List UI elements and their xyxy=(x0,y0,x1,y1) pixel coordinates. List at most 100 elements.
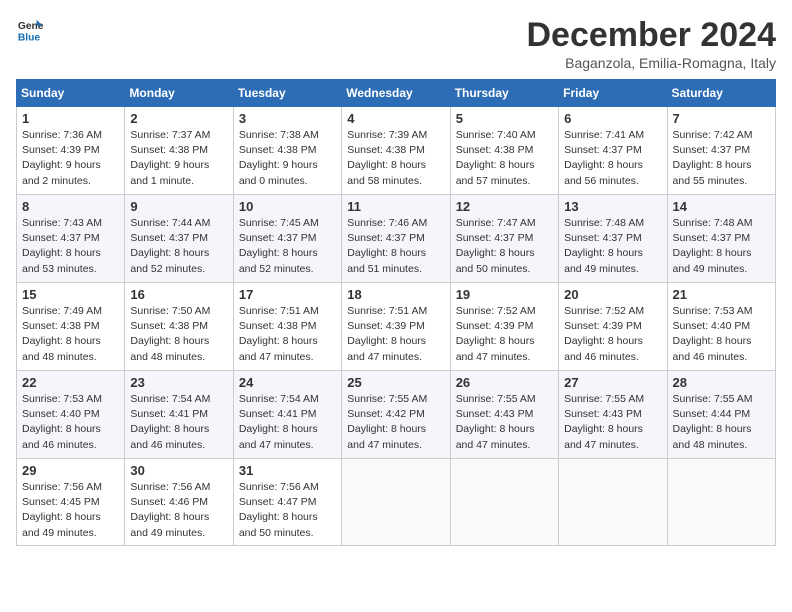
day-number: 15 xyxy=(22,287,119,302)
day-number: 26 xyxy=(456,375,553,390)
day-number: 11 xyxy=(347,199,444,214)
day-info: Sunrise: 7:54 AMSunset: 4:41 PMDaylight:… xyxy=(130,392,227,453)
day-info: Sunrise: 7:53 AMSunset: 4:40 PMDaylight:… xyxy=(673,304,770,365)
day-info: Sunrise: 7:55 AMSunset: 4:42 PMDaylight:… xyxy=(347,392,444,453)
day-info: Sunrise: 7:45 AMSunset: 4:37 PMDaylight:… xyxy=(239,216,336,277)
calendar-week-4: 22 Sunrise: 7:53 AMSunset: 4:40 PMDayligh… xyxy=(17,371,776,459)
day-info: Sunrise: 7:44 AMSunset: 4:37 PMDaylight:… xyxy=(130,216,227,277)
day-info: Sunrise: 7:51 AMSunset: 4:38 PMDaylight:… xyxy=(239,304,336,365)
day-number: 7 xyxy=(673,111,770,126)
calendar-cell: 18 Sunrise: 7:51 AMSunset: 4:39 PMDayligh… xyxy=(342,283,450,371)
day-info: Sunrise: 7:52 AMSunset: 4:39 PMDaylight:… xyxy=(456,304,553,365)
header-monday: Monday xyxy=(125,80,233,107)
logo-icon: General Blue xyxy=(16,16,44,44)
day-number: 9 xyxy=(130,199,227,214)
header-saturday: Saturday xyxy=(667,80,775,107)
day-info: Sunrise: 7:53 AMSunset: 4:40 PMDaylight:… xyxy=(22,392,119,453)
day-info: Sunrise: 7:52 AMSunset: 4:39 PMDaylight:… xyxy=(564,304,661,365)
day-number: 17 xyxy=(239,287,336,302)
day-info: Sunrise: 7:48 AMSunset: 4:37 PMDaylight:… xyxy=(564,216,661,277)
calendar-cell: 15Sunrise: 7:49 AMSunset: 4:38 PMDayligh… xyxy=(17,283,125,371)
day-number: 20 xyxy=(564,287,661,302)
day-info: Sunrise: 7:47 AMSunset: 4:37 PMDaylight:… xyxy=(456,216,553,277)
calendar-cell: 17 Sunrise: 7:51 AMSunset: 4:38 PMDayligh… xyxy=(233,283,341,371)
title-block: December 2024 Baganzola, Emilia-Romagna,… xyxy=(526,16,776,71)
day-number: 3 xyxy=(239,111,336,126)
day-info: Sunrise: 7:46 AMSunset: 4:37 PMDaylight:… xyxy=(347,216,444,277)
calendar-cell: 5Sunrise: 7:40 AMSunset: 4:38 PMDaylight… xyxy=(450,107,558,195)
day-number: 18 xyxy=(347,287,444,302)
calendar-cell: 29Sunrise: 7:56 AMSunset: 4:45 PMDayligh… xyxy=(17,459,125,546)
day-number: 28 xyxy=(673,375,770,390)
header-tuesday: Tuesday xyxy=(233,80,341,107)
calendar-cell: 1 Sunrise: 7:36 AMSunset: 4:39 PMDaylight… xyxy=(17,107,125,195)
calendar-cell: 8Sunrise: 7:43 AMSunset: 4:37 PMDaylight… xyxy=(17,195,125,283)
calendar-week-2: 8Sunrise: 7:43 AMSunset: 4:37 PMDaylight… xyxy=(17,195,776,283)
day-info: Sunrise: 7:39 AMSunset: 4:38 PMDaylight:… xyxy=(347,128,444,189)
day-number: 14 xyxy=(673,199,770,214)
page-header: General Blue December 2024 Baganzola, Em… xyxy=(16,16,776,71)
calendar-body: 1 Sunrise: 7:36 AMSunset: 4:39 PMDaylight… xyxy=(17,107,776,546)
day-info: Sunrise: 7:55 AMSunset: 4:43 PMDaylight:… xyxy=(456,392,553,453)
calendar-cell xyxy=(342,459,450,546)
day-number: 19 xyxy=(456,287,553,302)
calendar-cell: 25Sunrise: 7:55 AMSunset: 4:42 PMDayligh… xyxy=(342,371,450,459)
day-info: Sunrise: 7:43 AMSunset: 4:37 PMDaylight:… xyxy=(22,216,119,277)
day-number: 21 xyxy=(673,287,770,302)
day-number: 6 xyxy=(564,111,661,126)
calendar-cell xyxy=(559,459,667,546)
calendar-cell: 7 Sunrise: 7:42 AMSunset: 4:37 PMDaylight… xyxy=(667,107,775,195)
day-number: 29 xyxy=(22,463,119,478)
calendar-cell: 2Sunrise: 7:37 AMSunset: 4:38 PMDaylight… xyxy=(125,107,233,195)
calendar-cell: 14 Sunrise: 7:48 AMSunset: 4:37 PMDayligh… xyxy=(667,195,775,283)
day-info: Sunrise: 7:56 AMSunset: 4:47 PMDaylight:… xyxy=(239,480,336,541)
day-number: 23 xyxy=(130,375,227,390)
day-number: 24 xyxy=(239,375,336,390)
calendar-cell: 20 Sunrise: 7:52 AMSunset: 4:39 PMDayligh… xyxy=(559,283,667,371)
calendar-week-1: 1 Sunrise: 7:36 AMSunset: 4:39 PMDaylight… xyxy=(17,107,776,195)
location-subtitle: Baganzola, Emilia-Romagna, Italy xyxy=(526,55,776,71)
calendar-cell: 12Sunrise: 7:47 AMSunset: 4:37 PMDayligh… xyxy=(450,195,558,283)
header-wednesday: Wednesday xyxy=(342,80,450,107)
svg-text:Blue: Blue xyxy=(18,32,41,43)
calendar-cell xyxy=(667,459,775,546)
day-info: Sunrise: 7:51 AMSunset: 4:39 PMDaylight:… xyxy=(347,304,444,365)
calendar-cell: 27 Sunrise: 7:55 AMSunset: 4:43 PMDayligh… xyxy=(559,371,667,459)
calendar-cell: 22 Sunrise: 7:53 AMSunset: 4:40 PMDayligh… xyxy=(17,371,125,459)
calendar-cell xyxy=(450,459,558,546)
day-number: 22 xyxy=(22,375,119,390)
day-number: 10 xyxy=(239,199,336,214)
calendar-cell: 24 Sunrise: 7:54 AMSunset: 4:41 PMDayligh… xyxy=(233,371,341,459)
day-number: 13 xyxy=(564,199,661,214)
calendar-week-3: 15Sunrise: 7:49 AMSunset: 4:38 PMDayligh… xyxy=(17,283,776,371)
calendar-cell: 26 Sunrise: 7:55 AMSunset: 4:43 PMDayligh… xyxy=(450,371,558,459)
calendar-cell: 11 Sunrise: 7:46 AMSunset: 4:37 PMDayligh… xyxy=(342,195,450,283)
calendar-cell: 19 Sunrise: 7:52 AMSunset: 4:39 PMDayligh… xyxy=(450,283,558,371)
day-number: 1 xyxy=(22,111,119,126)
day-info: Sunrise: 7:50 AMSunset: 4:38 PMDaylight:… xyxy=(130,304,227,365)
day-info: Sunrise: 7:56 AMSunset: 4:46 PMDaylight:… xyxy=(130,480,227,541)
header-thursday: Thursday xyxy=(450,80,558,107)
calendar-cell: 16Sunrise: 7:50 AMSunset: 4:38 PMDayligh… xyxy=(125,283,233,371)
calendar-cell: 10 Sunrise: 7:45 AMSunset: 4:37 PMDayligh… xyxy=(233,195,341,283)
day-info: Sunrise: 7:55 AMSunset: 4:44 PMDaylight:… xyxy=(673,392,770,453)
calendar-cell: 13 Sunrise: 7:48 AMSunset: 4:37 PMDayligh… xyxy=(559,195,667,283)
calendar-cell: 9 Sunrise: 7:44 AMSunset: 4:37 PMDaylight… xyxy=(125,195,233,283)
header-friday: Friday xyxy=(559,80,667,107)
month-title: December 2024 xyxy=(526,16,776,55)
calendar-week-5: 29Sunrise: 7:56 AMSunset: 4:45 PMDayligh… xyxy=(17,459,776,546)
day-info: Sunrise: 7:55 AMSunset: 4:43 PMDaylight:… xyxy=(564,392,661,453)
day-number: 2 xyxy=(130,111,227,126)
calendar-table: SundayMondayTuesdayWednesdayThursdayFrid… xyxy=(16,79,776,546)
calendar-cell: 28 Sunrise: 7:55 AMSunset: 4:44 PMDayligh… xyxy=(667,371,775,459)
day-info: Sunrise: 7:36 AMSunset: 4:39 PMDaylight:… xyxy=(22,128,119,189)
day-info: Sunrise: 7:54 AMSunset: 4:41 PMDaylight:… xyxy=(239,392,336,453)
day-info: Sunrise: 7:48 AMSunset: 4:37 PMDaylight:… xyxy=(673,216,770,277)
svg-text:General: General xyxy=(18,21,44,32)
day-number: 27 xyxy=(564,375,661,390)
day-info: Sunrise: 7:42 AMSunset: 4:37 PMDaylight:… xyxy=(673,128,770,189)
calendar-cell: 3Sunrise: 7:38 AMSunset: 4:38 PMDaylight… xyxy=(233,107,341,195)
calendar-cell: 30Sunrise: 7:56 AMSunset: 4:46 PMDayligh… xyxy=(125,459,233,546)
day-info: Sunrise: 7:40 AMSunset: 4:38 PMDaylight:… xyxy=(456,128,553,189)
calendar-cell: 21 Sunrise: 7:53 AMSunset: 4:40 PMDayligh… xyxy=(667,283,775,371)
